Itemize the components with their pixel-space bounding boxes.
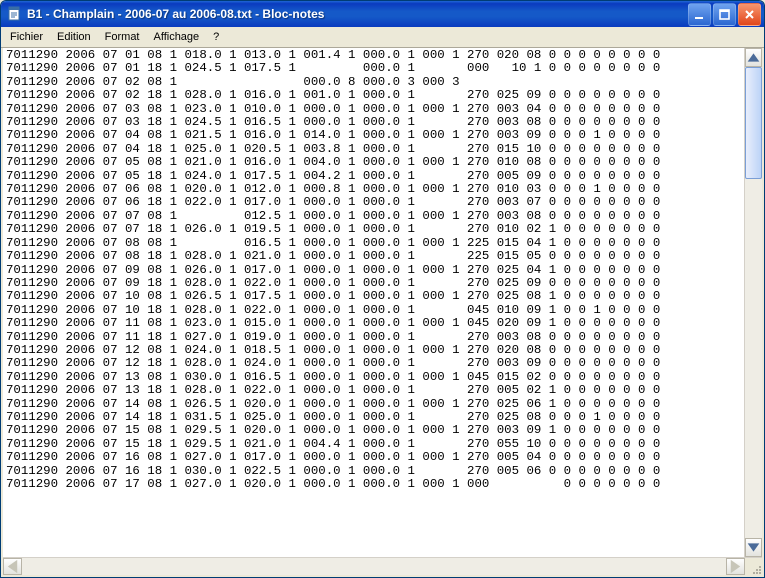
close-button[interactable] (738, 3, 761, 26)
titlebar[interactable]: B1 - Champlain - 2006-07 au 2006-08.txt … (1, 1, 764, 27)
scroll-track-vertical[interactable] (745, 67, 762, 538)
scroll-left-button[interactable] (3, 558, 22, 575)
text-content[interactable]: 7011290 2006 07 01 08 1 018.0 1 013.0 1 … (3, 48, 744, 557)
scroll-down-button[interactable] (745, 538, 762, 557)
scroll-right-button[interactable] (726, 558, 745, 575)
client-area: 7011290 2006 07 01 08 1 018.0 1 013.0 1 … (1, 48, 764, 577)
maximize-button[interactable] (713, 3, 736, 26)
notepad-window: B1 - Champlain - 2006-07 au 2006-08.txt … (0, 0, 765, 578)
scroll-up-button[interactable] (745, 48, 762, 67)
menubar: Fichier Edition Format Affichage ? (1, 27, 764, 48)
scroll-track-horizontal[interactable] (22, 558, 726, 575)
textarea-wrap: 7011290 2006 07 01 08 1 018.0 1 013.0 1 … (3, 48, 762, 557)
menu-file[interactable]: Fichier (3, 29, 50, 45)
horizontal-scrollbar[interactable] (3, 557, 762, 575)
menu-help[interactable]: ? (206, 29, 226, 45)
window-title: B1 - Champlain - 2006-07 au 2006-08.txt … (27, 7, 688, 21)
scroll-thumb-vertical[interactable] (745, 67, 762, 179)
vertical-scrollbar[interactable] (744, 48, 762, 557)
window-buttons (688, 3, 761, 26)
menu-edit[interactable]: Edition (50, 29, 98, 45)
menu-view[interactable]: Affichage (147, 29, 207, 45)
notepad-icon (7, 6, 23, 22)
minimize-button[interactable] (688, 3, 711, 26)
size-grip[interactable] (745, 558, 762, 575)
menu-format[interactable]: Format (98, 29, 147, 45)
